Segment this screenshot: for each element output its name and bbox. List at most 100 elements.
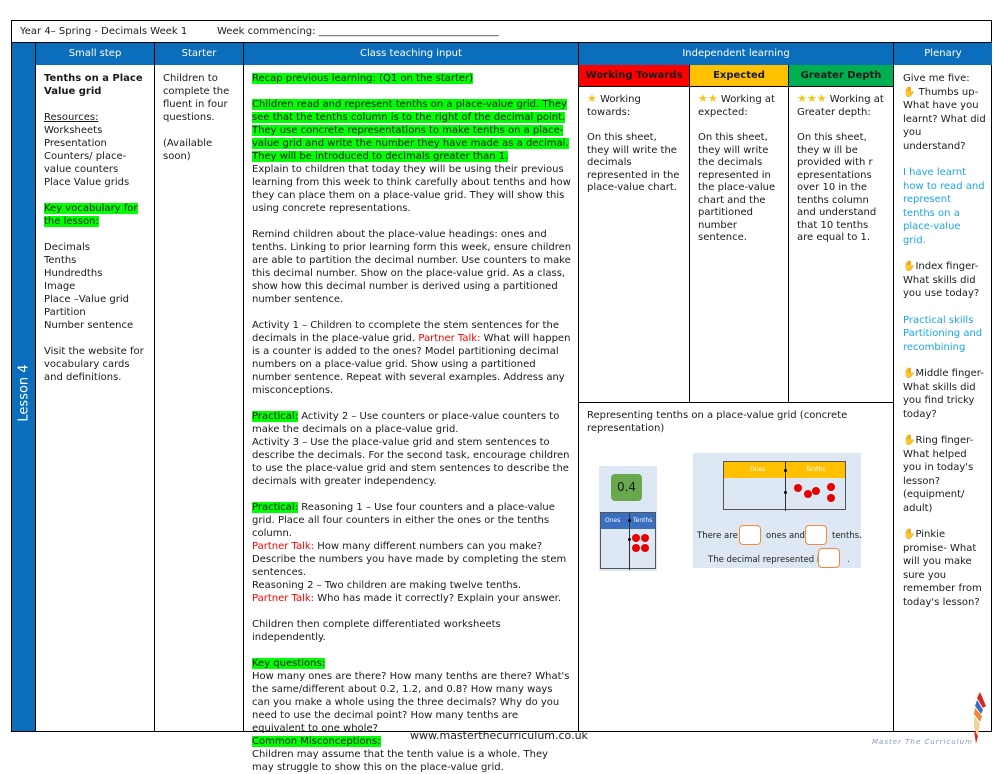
header-plenary: Plenary (893, 43, 992, 65)
title-bar: Year 4– Spring - Decimals Week 1 Week co… (12, 21, 991, 43)
footer-url[interactable]: www.masterthecurriculum.co.uk (410, 729, 588, 742)
plenary-column: Give me five: ✋ Thumbs up- What have you… (893, 65, 992, 731)
partner-talk-1: Partner Talk: How many different numbers… (252, 540, 572, 579)
class-teaching-column: Recap previous learning: (Q1 on the star… (243, 65, 578, 773)
partner-talk-label: Partner Talk: (252, 541, 315, 552)
partner-talk-2: Partner Talk: Who has made it correctly?… (252, 592, 572, 605)
lesson-plan-sheet: Year 4– Spring - Decimals Week 1 Week co… (11, 20, 992, 773)
plenary-pinkie: Pinkie promise- What will you make sure … (903, 529, 982, 608)
ones-heading: Ones (605, 517, 621, 524)
counter (812, 487, 820, 495)
counter (641, 544, 649, 552)
hand-icon: ✋ (903, 261, 916, 272)
level-text: On this sheet, they will write the decim… (587, 132, 680, 193)
header-small-step: Small step (35, 43, 154, 65)
place-value-grid: Ones Tenths (723, 461, 846, 511)
recap-text: Recap previous learning: (Q1 on the star… (252, 73, 474, 84)
plenary-index: Index finger- What skills did you use to… (903, 261, 980, 299)
representation-panel: Representing tenths on a place-value gri… (578, 402, 893, 731)
place-value-grid-example-b: Ones Tenths There are ones and tenths. T… (693, 453, 862, 568)
decimal-point (628, 538, 631, 541)
decimal-point (784, 469, 787, 472)
misconceptions-label: Common Misconceptions: (252, 736, 381, 747)
brand-logo-text: Master The Curriculum (872, 738, 973, 746)
misconceptions-text: Children may assume that the tenth value… (252, 749, 549, 773)
header-independent: Independent learning (578, 43, 893, 65)
header-class-teaching: Class teaching input (243, 43, 578, 65)
hand-icon: ✋ (903, 529, 916, 540)
level-greater-depth: Greater Depth (788, 65, 893, 87)
ones-heading: Ones (750, 466, 766, 473)
tenths-heading: Tenths (806, 466, 826, 473)
star-icon: ★★ (698, 92, 718, 105)
counter (827, 494, 835, 502)
vocab-item: Partition (44, 307, 86, 318)
partner-talk-label: Partner Talk: (418, 333, 481, 344)
counter (794, 484, 802, 492)
plenary-intro: Give me five: (903, 73, 970, 84)
small-step-title: Tenths on a Place Value grid (44, 73, 143, 97)
level-working-towards: Working Towards (578, 65, 689, 87)
reasoning-2: Reasoning 2 – Two children are making tw… (252, 580, 522, 591)
key-questions-label: Key questions: (252, 658, 326, 669)
practical-label: Practical: (252, 502, 299, 513)
document-title: Year 4– Spring - Decimals Week 1 (20, 26, 188, 37)
counter (827, 483, 835, 491)
place-value-grid: Ones Tenths (600, 512, 656, 570)
resource-item: Presentation (44, 138, 107, 149)
partner-talk-label: Partner Talk: (252, 593, 315, 604)
counter (641, 534, 649, 542)
level-text: On this sheet, they will write the decim… (698, 132, 776, 243)
vocab-item: Decimals (44, 242, 90, 253)
answer-box-tenths[interactable] (805, 525, 827, 545)
plenary-index-answer: Practical skills Partitioning and recomb… (903, 314, 983, 353)
place-value-grid-example-a: 0.4 Ones Tenths (599, 466, 657, 571)
decimal-value-card: 0.4 (611, 474, 642, 501)
level-expected: Expected (689, 65, 788, 87)
decimal-point (628, 519, 631, 522)
partner-talk-2-text: Who has made it correctly? Explain your … (314, 593, 562, 604)
starter-text: Children to complete the fluent in four … (163, 73, 230, 123)
reasoning-1-text: Reasoning 1 – Use four counters and a pl… (252, 502, 555, 539)
plenary-thumb: Thumbs up- What have you learnt? What di… (903, 86, 986, 152)
intro-text: Children read and represent tenths on a … (252, 99, 569, 162)
working-towards-column: ★ Working towards: On this sheet, they w… (578, 87, 689, 402)
counter (632, 544, 640, 552)
stem-ones-and: ones and (766, 531, 805, 541)
resource-item: Worksheets (44, 125, 103, 136)
website-note: Visit the website for vocabulary cards a… (44, 346, 144, 383)
header-starter: Starter (154, 43, 243, 65)
star-icon: ★★★ (797, 92, 827, 105)
activity-2-text: Activity 2 – Use counters or place-value… (252, 411, 560, 435)
activity-1: Activity 1 – Children to ccomplete the s… (252, 319, 572, 397)
hand-icon: ✋ (903, 435, 916, 446)
vocab-item: Tenths (44, 255, 77, 266)
plenary-middle: Middle finger- What skills did you find … (903, 368, 984, 420)
resource-item: Counters/ place-value counters (44, 151, 127, 175)
key-questions-text: How many ones are there? How many tenths… (252, 671, 570, 734)
practical-label: Practical: (252, 411, 299, 422)
vocab-item: Number sentence (44, 320, 134, 331)
vocab-item: Hundredths (44, 268, 103, 279)
week-commencing: Week commencing: _______________________… (217, 26, 499, 37)
answer-box-ones[interactable] (739, 525, 761, 545)
greater-depth-column: ★★★ Working at Greater depth: On this sh… (788, 87, 893, 402)
resources-label: Resources: (44, 112, 99, 123)
tenths-heading: Tenths (633, 517, 653, 524)
explain-text: Explain to children that today they will… (252, 164, 571, 214)
remind-text: Remind children about the place-value he… (252, 229, 572, 305)
pencil-logo-icon (974, 692, 986, 744)
answer-box-decimal[interactable] (818, 548, 840, 568)
worksheets-text: Children then complete differentiated wo… (252, 619, 501, 643)
plenary-ring: Ring finger- What helped you in today's … (903, 435, 974, 514)
stem-decimal-is: The decimal represented is (708, 555, 824, 565)
small-step-column: Tenths on a Place Value grid Resources: … (35, 65, 154, 731)
activity-3: Activity 3 – Use the place-value grid an… (252, 437, 570, 487)
vocab-label: Key vocabulary for the lesson: (44, 203, 138, 227)
counter (632, 534, 640, 542)
hand-icon: ✋ (903, 368, 916, 379)
stem-there-are: There are (697, 531, 738, 541)
vocab-item: Image (44, 281, 76, 292)
stem-tenths: tenths. (832, 531, 862, 541)
plenary-thumb-answer: I have learnt how to read and represent … (903, 167, 985, 246)
